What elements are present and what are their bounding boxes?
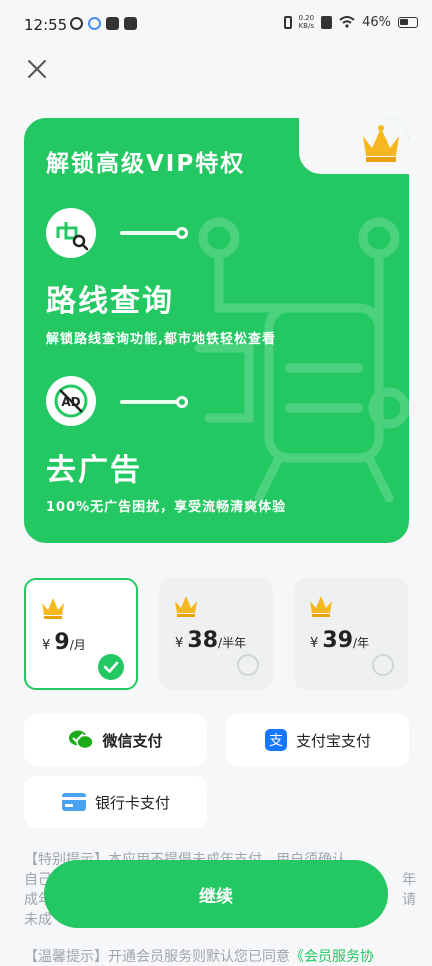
crown-icon bbox=[175, 596, 197, 617]
network-speed-unit: KB/s bbox=[298, 22, 314, 30]
selected-check-icon bbox=[98, 654, 124, 680]
alipay-icon: 支 bbox=[264, 729, 287, 751]
vip-title: 解锁高级VIP特权 bbox=[46, 151, 246, 177]
metro-decoration bbox=[194, 217, 409, 503]
feature-ad-free-desc: 100%无广告困扰，享受流畅清爽体验 bbox=[46, 500, 287, 515]
plan-yearly[interactable]: ¥ 39/年 bbox=[294, 578, 408, 690]
alipay-label: 支付宝支付 bbox=[295, 731, 371, 750]
no-sim-icon bbox=[321, 15, 333, 29]
notification-message-icon bbox=[124, 17, 137, 30]
battery-icon bbox=[398, 16, 418, 28]
vibrate-icon bbox=[283, 15, 292, 29]
plan-price: ¥ 39/年 bbox=[310, 628, 370, 653]
wechat-pay-icon bbox=[69, 730, 95, 750]
network-speed-value: 0.20 bbox=[298, 14, 315, 22]
route-search-feature-icon bbox=[46, 208, 96, 258]
crown-icon bbox=[310, 596, 332, 617]
system-status-icons: 0.20 KB/s 46% bbox=[283, 14, 418, 30]
crown-icon bbox=[363, 125, 399, 162]
network-speed: 0.20 KB/s bbox=[299, 14, 315, 30]
plan-monthly[interactable]: ¥ 9/月 bbox=[24, 578, 138, 690]
status-time: 12:55 bbox=[24, 16, 68, 34]
bank-card-icon bbox=[61, 793, 86, 811]
feature-ad-free-title: 去广告 bbox=[46, 453, 142, 488]
notification-app-icon bbox=[70, 17, 83, 30]
crown-icon bbox=[42, 598, 64, 619]
feature-route-search-desc: 解锁路线查询功能,都市地铁轻松查看 bbox=[46, 332, 276, 347]
notification-play-icon bbox=[106, 17, 119, 30]
battery-level: 46% bbox=[362, 14, 391, 30]
plan-price: ¥ 9/月 bbox=[42, 630, 86, 655]
member-service-agreement-link[interactable]: 《会员服务协 bbox=[290, 949, 374, 965]
unselected-radio bbox=[372, 654, 394, 676]
feature-route-search-title: 路线查询 bbox=[46, 284, 174, 319]
ad-free-feature-icon: AD bbox=[46, 376, 96, 426]
alipay-button[interactable]: 支 支付宝支付 bbox=[226, 714, 409, 766]
wechat-pay-button[interactable]: 微信支付 bbox=[24, 714, 207, 766]
status-bar: 12:55 0.20 KB/s 46% bbox=[0, 0, 432, 52]
svg-text:支: 支 bbox=[269, 733, 283, 749]
wifi-icon bbox=[339, 16, 355, 28]
agreement-prefix: 【温馨提示】开通会员服务则默认您已同意 bbox=[24, 949, 290, 965]
notification-app-icon bbox=[88, 17, 101, 30]
plan-half-year[interactable]: ¥ 38/半年 bbox=[159, 578, 273, 690]
bank-card-label: 银行卡支付 bbox=[94, 793, 170, 812]
plan-price: ¥ 38/半年 bbox=[175, 628, 247, 653]
unselected-radio bbox=[237, 654, 259, 676]
close-icon[interactable] bbox=[26, 58, 48, 80]
vip-privilege-card: 解锁高级VIP特权 路线查询 解锁路线查询功能,都市地铁轻松查看 AD 去广告 … bbox=[24, 118, 409, 543]
continue-button[interactable]: 继续 bbox=[44, 860, 388, 928]
bank-card-pay-button[interactable]: 银行卡支付 bbox=[24, 776, 207, 828]
agreement-text: 【温馨提示】开通会员服务则默认您已同意《会员服务协 bbox=[24, 946, 374, 966]
wechat-pay-label: 微信支付 bbox=[102, 731, 163, 750]
